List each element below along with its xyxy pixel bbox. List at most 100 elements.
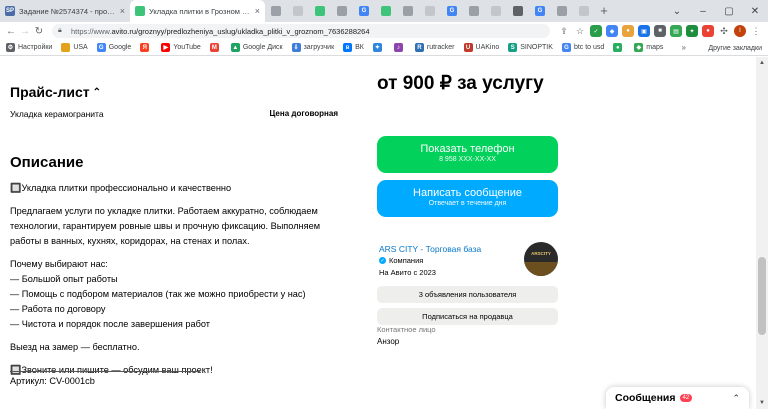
bookmark-item[interactable]: Rrutracker (414, 43, 455, 52)
show-phone-button[interactable]: Показать телефон 8 958 XXX-XX-XX (377, 136, 558, 173)
bookmark-item[interactable]: ◆ maps (634, 43, 663, 52)
extension-icon[interactable]: ▣ (638, 25, 650, 37)
tab-pinned[interactable]: G (353, 0, 375, 22)
avito-icon (381, 6, 391, 16)
bookmark-item[interactable]: ▲ Google Диск (230, 43, 283, 52)
sp-icon: SP (5, 6, 15, 16)
tab-pinned[interactable]: G (441, 0, 463, 22)
new-tab-icon[interactable]: + (595, 0, 613, 22)
description-line: — Чистота и порядок после завершения раб… (10, 319, 210, 329)
tab-avito[interactable]: Укладка плитки в Грозном в Гро × (130, 0, 265, 22)
back-icon[interactable]: ← (4, 26, 18, 37)
bookmark-item[interactable]: ✦ (372, 43, 385, 52)
tab-task[interactable]: SP Задание №2574374 - просмотр з × (0, 0, 130, 22)
bookmark-item[interactable]: ⚙ Настройки (6, 43, 52, 52)
tab-pinned[interactable] (397, 0, 419, 22)
maximize-icon[interactable]: ▢ (716, 6, 742, 17)
bookmark-icon: ● (613, 43, 623, 52)
close-window-icon[interactable]: ✕ (742, 6, 768, 17)
extension-icon[interactable]: ■ (654, 25, 666, 37)
tab-pinned[interactable] (507, 0, 529, 22)
extension-icon[interactable]: ✓ (590, 25, 602, 37)
tab-pinned[interactable] (265, 0, 287, 22)
bookmark-item[interactable]: USA (61, 43, 88, 52)
bookmark-item[interactable]: M (209, 43, 222, 52)
tab-pinned[interactable]: G (529, 0, 551, 22)
subscribe-button[interactable]: Подписаться на продавца (377, 308, 558, 325)
url-prefix: https://www. (71, 26, 112, 36)
avatar-icon[interactable]: I (734, 25, 746, 37)
price-list-heading[interactable]: Прайс-лист ⌃ (10, 84, 101, 100)
tab-pinned[interactable] (419, 0, 441, 22)
tab-pinned[interactable] (463, 0, 485, 22)
bookmark-item[interactable]: Я (140, 43, 152, 52)
yandex-icon: Я (140, 43, 150, 52)
tab-pinned[interactable] (287, 0, 309, 22)
bookmark-label: Другие закладки (708, 44, 762, 52)
address-bar[interactable]: 🔒︎ https://www. avito.ru/groznyy/predlozh… (52, 24, 550, 38)
bookmark-item[interactable]: ● (613, 43, 625, 52)
tab-pinned[interactable] (309, 0, 331, 22)
bookmark-item[interactable]: в ВК (343, 43, 364, 52)
minimize-icon[interactable]: – (690, 6, 716, 17)
share-icon[interactable]: ⇪ (558, 25, 570, 37)
star-icon[interactable]: ☆ (574, 25, 586, 37)
bookmark-icon: ✦ (372, 43, 382, 52)
menu-icon[interactable]: ⋮ (750, 25, 762, 37)
messages-panel[interactable]: Сообщения 42 ⌃ (606, 387, 749, 409)
page-icon (271, 6, 281, 16)
bookmark-label: btc to usd (573, 44, 605, 51)
rutracker-icon: R (414, 43, 424, 52)
scrollbar-thumb[interactable] (758, 257, 766, 335)
forward-icon[interactable]: → (18, 26, 32, 37)
puzzle-icon[interactable]: ✣ (718, 25, 730, 37)
extension-icon[interactable]: ✦ (686, 25, 698, 37)
article-number: Артикул: CV-0001cb (10, 376, 95, 386)
user-listings-button[interactable]: 3 объявления пользователя (377, 286, 558, 303)
close-icon[interactable]: × (255, 6, 260, 16)
scroll-down-icon[interactable]: ▼ (756, 397, 768, 409)
reply-time: Отвечает в течение дня (428, 200, 507, 207)
sinoptik-icon: S (508, 43, 518, 52)
description-line (10, 249, 340, 257)
chevron-up-icon[interactable]: ⌃ (732, 393, 740, 404)
tab-search-icon[interactable]: ⌄ (664, 6, 690, 17)
extension-icon[interactable]: ● (702, 25, 714, 37)
write-message-button[interactable]: Написать сообщение Отвечает в течение дн… (377, 180, 558, 217)
seller-since: На Авито с 2023 (379, 268, 436, 277)
bookmark-item[interactable]: U UAKino (463, 43, 500, 52)
extension-icon[interactable]: ◆ (606, 25, 618, 37)
scroll-up-icon[interactable]: ▲ (756, 57, 768, 69)
bookmark-item[interactable]: ▶ YouTube (161, 43, 201, 52)
tab-pinned[interactable] (573, 0, 595, 22)
price-list-title: Прайс-лист (10, 84, 90, 100)
description-line: Предлагаем услуги по укладке плитки. Раб… (10, 206, 318, 216)
seller-avatar[interactable]: ARSCITY (524, 242, 558, 276)
bookmark-label: Настройки (18, 44, 53, 51)
verified-icon: ✓ (379, 257, 386, 264)
reload-icon[interactable]: ↻ (32, 26, 46, 37)
chevron-right-icon[interactable]: » (682, 40, 686, 56)
bookmark-item[interactable]: ♪ (393, 43, 406, 52)
bookmark-item[interactable]: Gbtc to usd (561, 43, 605, 52)
tab-title: Задание №2574374 - просмотр з (19, 6, 117, 16)
page-content: Прайс-лист ⌃ Укладка керамогранита Цена д… (0, 57, 756, 409)
extension-icon[interactable]: ▤ (670, 25, 682, 37)
bookmark-item[interactable]: S SINOPTIK (508, 43, 553, 52)
settings-icon: ⚙ (6, 43, 15, 52)
extension-icon[interactable]: ● (622, 25, 634, 37)
tab-title: Укладка плитки в Грозном в Гро (149, 6, 252, 16)
seller-name-link[interactable]: ARS CITY - Торговая база (379, 244, 481, 254)
bookmark-item[interactable]: G Google (96, 43, 131, 52)
tab-pinned[interactable] (375, 0, 397, 22)
tab-pinned[interactable] (331, 0, 353, 22)
close-icon[interactable]: × (120, 6, 125, 16)
description-line: 🔲Укладка плитки профессионально и качест… (10, 183, 232, 193)
tab-pinned[interactable] (551, 0, 573, 22)
bookmark-other[interactable]: Другие закладки (708, 40, 762, 56)
bookmark-label: UAKino (475, 44, 500, 51)
page-icon (513, 6, 523, 16)
bookmark-item[interactable]: ⇩ загрузчик (291, 43, 334, 52)
tab-pinned[interactable] (485, 0, 507, 22)
scrollbar[interactable]: ▲ ▼ (756, 57, 768, 409)
